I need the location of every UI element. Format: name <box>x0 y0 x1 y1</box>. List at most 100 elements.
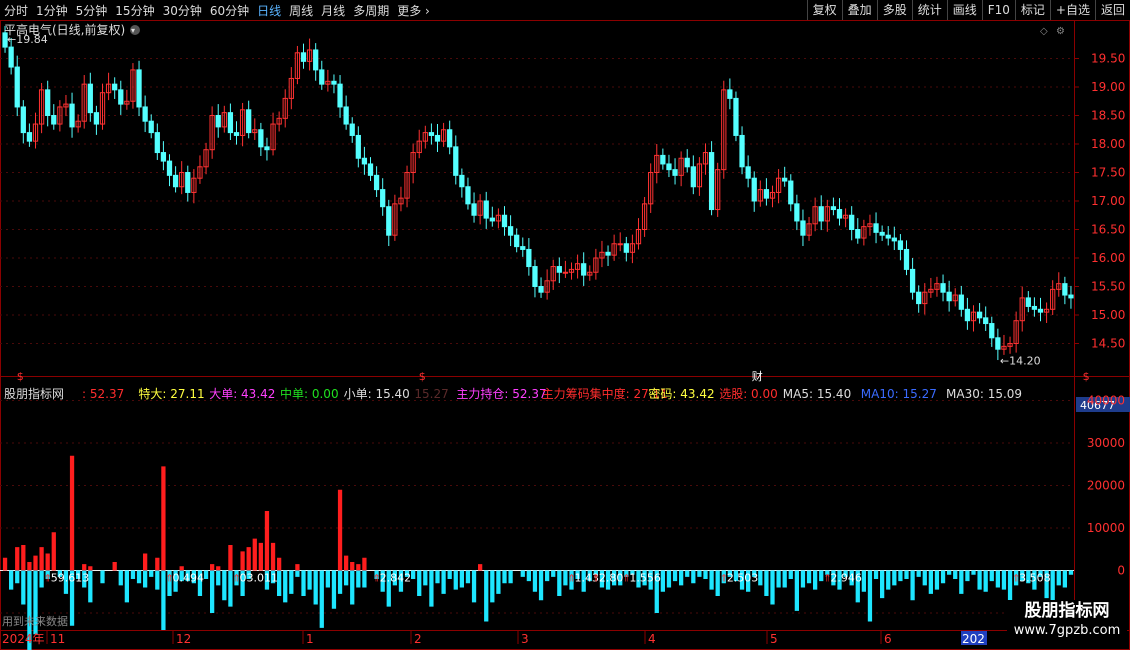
volume-bar-down <box>538 570 544 601</box>
candle-body <box>471 203 477 216</box>
buy-arrow-icon: ⇑ <box>166 574 174 585</box>
buy-arrow-icon: ⇑ <box>823 574 831 585</box>
indicator-tick-label: 0 <box>1117 564 1125 578</box>
volume-bar-down <box>423 570 428 586</box>
volume-bar-down <box>545 570 550 582</box>
candle-body <box>581 263 587 276</box>
indicator-value-label-0: 59.613 <box>51 572 90 585</box>
volume-bar-down <box>1062 570 1067 588</box>
period-tab-2[interactable]: 5分钟 <box>72 2 112 19</box>
candle-body <box>300 52 307 62</box>
toolbar-button-8[interactable]: 返回 <box>1094 0 1130 20</box>
candle-body <box>940 283 946 293</box>
candle-body <box>891 237 897 242</box>
candle-body <box>501 214 508 228</box>
volume-bar-up <box>112 562 117 571</box>
toolbar-button-0[interactable]: 复权 <box>806 0 842 20</box>
period-tab-3[interactable]: 15分钟 <box>111 2 158 19</box>
candle-body <box>788 180 794 205</box>
low-price-label: ←14.20 <box>1000 355 1041 368</box>
volume-bar-down <box>551 570 556 577</box>
toolbar-button-5[interactable]: F10 <box>981 0 1015 20</box>
volume-bar-down <box>532 570 538 592</box>
volume-bar-down <box>453 570 458 590</box>
candle-body <box>87 83 93 114</box>
candle-body <box>751 177 757 202</box>
volume-bar-up <box>51 532 56 571</box>
volume-bar-down <box>880 570 885 599</box>
candle-body <box>617 243 623 246</box>
toolbar-button-3[interactable]: 统计 <box>911 0 947 20</box>
price-tick-label: 19.50 <box>1091 52 1125 66</box>
volume-bar-down <box>210 570 215 613</box>
period-tab-10[interactable]: 更多 › <box>393 2 434 19</box>
toolbar-button-2[interactable]: 多股 <box>876 0 912 20</box>
candle-body <box>782 177 788 182</box>
period-tab-5[interactable]: 60分钟 <box>206 2 253 19</box>
toolbar-button-4[interactable]: 画线 <box>946 0 982 20</box>
period-tab-8[interactable]: 月线 <box>317 2 349 19</box>
volume-bar-down <box>520 570 525 577</box>
candle-body <box>465 186 471 205</box>
toolbar-button-7[interactable]: +自选 <box>1049 0 1095 20</box>
volume-bar-up <box>27 562 32 571</box>
period-tab-6[interactable]: 日线 <box>253 2 285 19</box>
legend-item-6: 主力持仓: 52.37 <box>456 386 546 401</box>
site-watermark: 股朋指标网 www.7gpzb.com <box>1007 600 1127 644</box>
volume-bar-down <box>959 570 964 594</box>
volume-bar-up <box>179 566 184 571</box>
time-axis-label-0: 2024年 <box>2 632 45 646</box>
period-tab-7[interactable]: 周线 <box>285 2 317 19</box>
indicator-value-label-9: 3.508 <box>1019 572 1051 585</box>
volume-bar-down <box>916 570 921 577</box>
volume-bar-up <box>344 555 349 571</box>
time-axis-label-5: 3 <box>521 632 529 646</box>
period-tab-1[interactable]: 1分钟 <box>32 2 72 19</box>
candle-body <box>1025 297 1031 307</box>
candle-body <box>995 337 1001 350</box>
volume-bar-down <box>867 570 873 622</box>
toolbar-button-6[interactable]: 标记 <box>1014 0 1050 20</box>
candle-body <box>800 220 806 236</box>
candle-body <box>739 134 745 168</box>
volume-bar-down <box>441 570 446 594</box>
candle-body <box>118 89 124 105</box>
kline-chart[interactable]: 19.50 19.00 18.50 18.00 17.50 17.00 16.50 16.00… <box>0 20 1130 650</box>
candle-body <box>20 106 26 134</box>
volume-bar-down <box>459 570 464 588</box>
volume-bar-down <box>989 570 994 582</box>
period-tab-9[interactable]: 多周期 <box>349 2 393 19</box>
volume-bar-down <box>471 570 477 603</box>
toolbar-button-1[interactable]: 叠加 <box>841 0 877 20</box>
toolbar-actions: 复权 叠加 多股 统计 画线 F10 标记 +自选 返回 <box>806 0 1130 20</box>
indicator-value-label-7: 2.503 <box>727 572 759 585</box>
volume-bar-up <box>337 489 343 571</box>
volume-bar-down <box>971 570 976 575</box>
candle-body <box>386 206 392 236</box>
time-axis-label-2: 12 <box>176 632 191 646</box>
indicator-value-label-5: 2.80 <box>599 572 624 585</box>
period-tab-4[interactable]: 30分钟 <box>159 2 206 19</box>
chart-frame <box>0 20 1130 650</box>
indicator-value-label-1: 0.494 <box>173 572 205 585</box>
candle-body <box>258 129 264 148</box>
period-tab-0[interactable]: 分时 <box>0 2 32 19</box>
volume-bar-down <box>222 570 227 601</box>
volume-bar-down <box>337 570 343 594</box>
candle-body <box>745 166 751 179</box>
volume-bar-down <box>319 570 324 628</box>
volume-bar-down <box>770 570 775 605</box>
volume-bar-down <box>149 570 154 577</box>
volume-bar-down <box>301 570 306 596</box>
candle-body <box>660 154 666 165</box>
indicator-tick-label: 10000 <box>1087 521 1125 535</box>
volume-bar-down <box>447 570 452 579</box>
watermark-title: 股朋指标网 <box>1024 601 1110 621</box>
indicator-value-label-6: 1.556 <box>629 572 661 585</box>
candle-body <box>380 189 386 208</box>
volume-bar-down <box>1001 570 1007 590</box>
candle-body <box>51 115 57 125</box>
candle-body <box>666 163 672 171</box>
volume-bar-down <box>118 570 123 586</box>
high-price-label: ←19.84 <box>7 33 48 46</box>
